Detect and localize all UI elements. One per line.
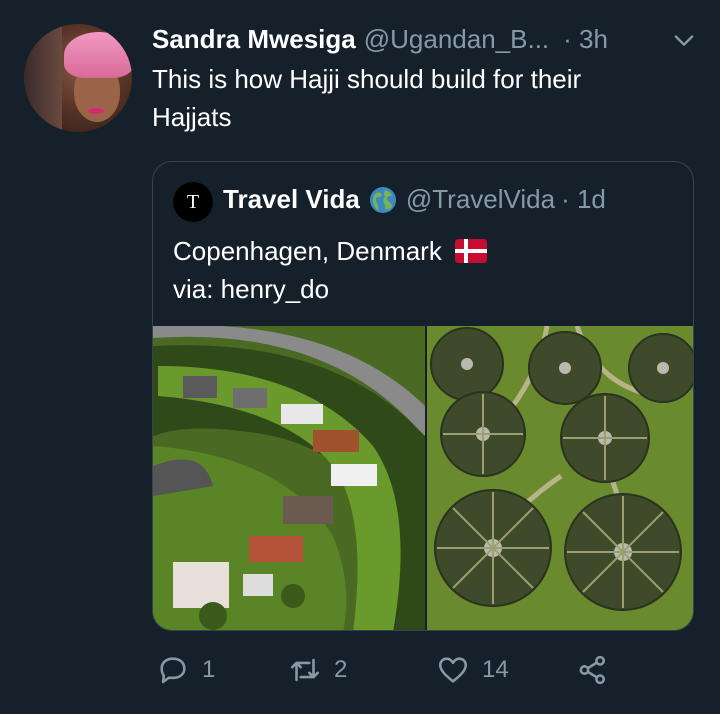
tweet-header: Sandra Mwesiga @Ugandan_B... · 3h	[152, 22, 698, 56]
author-name[interactable]: Sandra Mwesiga	[152, 24, 356, 55]
reply-button[interactable]: 1	[156, 650, 215, 690]
reply-icon	[160, 657, 186, 684]
share-icon	[579, 655, 606, 685]
quoted-text-line: via: henry_do	[173, 274, 330, 304]
author-handle[interactable]: @Ugandan_B...	[364, 24, 549, 55]
tweet-text-line: This is how Hajji should build for their	[152, 64, 582, 94]
like-count: 14	[482, 656, 509, 683]
avatar-headwrap	[64, 32, 132, 78]
aerial-photo-left[interactable]	[153, 326, 425, 631]
tweet-actions: 1 2 14	[152, 650, 692, 690]
quoted-tweet-text: Copenhagen, Denmark via: henry_do	[173, 232, 488, 308]
retweet-button[interactable]: 2	[288, 650, 347, 690]
denmark-flag-icon	[455, 239, 488, 263]
reply-count: 1	[202, 656, 216, 683]
heart-icon	[438, 657, 468, 683]
globe-icon	[369, 186, 396, 213]
chevron-down-icon[interactable]	[670, 26, 698, 54]
quoted-tweet[interactable]: T Travel Vida @TravelVida · 1d Copenhage…	[152, 161, 694, 631]
tweet-timestamp[interactable]: · 3h	[563, 24, 608, 55]
tweet-text: This is how Hajji should build for their…	[152, 60, 692, 136]
tweet-text-line: Hajjats	[152, 102, 232, 132]
quoted-tweet-timestamp[interactable]: · 1d	[561, 184, 606, 215]
quoted-text-line: Copenhagen, Denmark	[173, 232, 488, 270]
quoted-author-handle[interactable]: @TravelVida	[406, 184, 555, 215]
avatar-lips	[88, 108, 104, 114]
quoted-text-location: Copenhagen, Denmark	[173, 236, 442, 266]
avatar-background	[24, 24, 62, 132]
author-avatar[interactable]	[24, 24, 132, 132]
like-button[interactable]: 14	[436, 650, 509, 690]
retweet-icon	[290, 658, 320, 682]
share-button[interactable]	[576, 650, 610, 690]
quoted-tweet-header: Travel Vida @TravelVida · 1d	[223, 184, 606, 215]
quoted-author-avatar[interactable]: T	[173, 182, 213, 222]
retweet-count: 2	[334, 656, 348, 683]
quoted-author-name[interactable]: Travel Vida	[223, 184, 360, 215]
aerial-photo-right[interactable]	[427, 326, 694, 631]
